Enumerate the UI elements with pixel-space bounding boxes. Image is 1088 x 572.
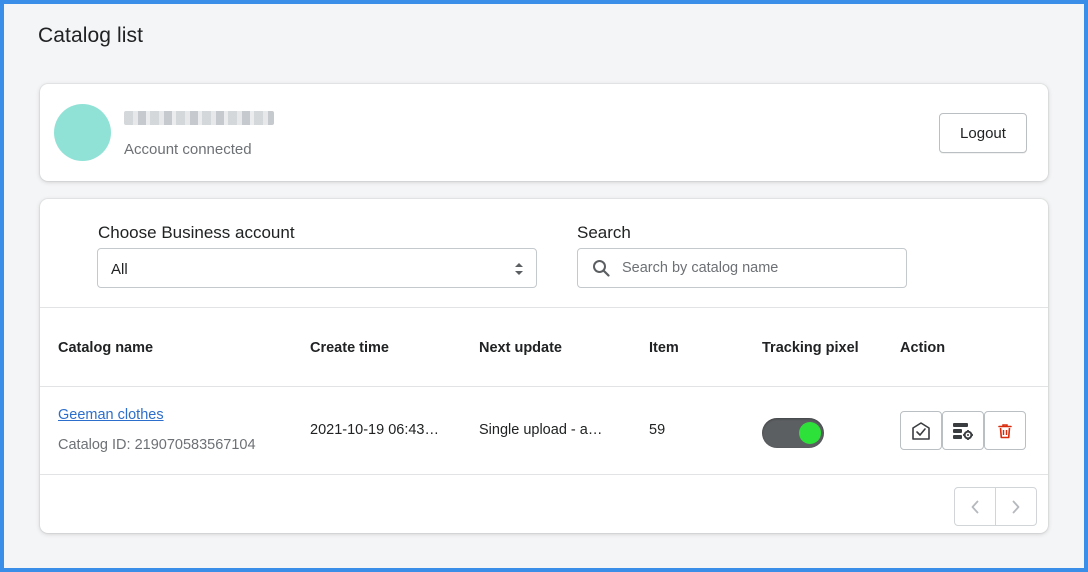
search-label: Search (577, 223, 631, 242)
catalog-sync-icon (912, 421, 930, 440)
sync-catalog-button[interactable] (900, 411, 942, 450)
header-item: Item (649, 340, 679, 356)
business-account-label: Choose Business account (98, 223, 295, 242)
create-time: 2021-10-19 06:43… (310, 422, 439, 438)
account-status: Account connected (124, 141, 252, 158)
delete-catalog-button[interactable] (984, 411, 1026, 450)
divider (40, 386, 1048, 387)
search-input[interactable] (622, 250, 902, 286)
catalog-name-link[interactable]: Geeman clothes (58, 407, 164, 423)
toggle-knob (799, 422, 821, 444)
next-update: Single upload - a… (479, 422, 603, 438)
avatar (54, 104, 111, 161)
page-title: Catalog list (38, 24, 144, 47)
chevron-up-down-icon (515, 263, 523, 275)
search-box[interactable] (577, 248, 907, 288)
chevron-left-icon (971, 500, 979, 513)
search-icon (593, 260, 610, 277)
header-next-update: Next update (479, 340, 562, 356)
divider (40, 474, 1048, 475)
header-catalog-name: Catalog name (58, 340, 154, 356)
catalog-id: Catalog ID: 219070583567104 (58, 437, 256, 453)
item-count: 59 (649, 422, 666, 438)
next-page-button[interactable] (995, 488, 1036, 525)
business-account-select[interactable]: All (97, 248, 537, 288)
account-name-redacted (124, 111, 274, 125)
prev-page-button[interactable] (955, 488, 995, 525)
divider (40, 307, 1048, 308)
trash-icon (998, 423, 1012, 438)
pagination (954, 487, 1037, 526)
catalog-card: Choose Business account Search All Catal… (40, 199, 1048, 533)
header-tracking-pixel: Tracking pixel (762, 340, 859, 356)
app-frame: Catalog list Account connected Logout Ch… (4, 4, 1084, 568)
account-card: Account connected Logout (40, 84, 1048, 181)
chevron-right-icon (1012, 500, 1020, 513)
logout-button[interactable]: Logout (939, 113, 1027, 153)
header-create-time: Create time (310, 340, 389, 356)
business-account-value: All (111, 261, 128, 278)
catalog-settings-icon (953, 422, 973, 440)
tracking-pixel-toggle[interactable] (762, 418, 824, 448)
catalog-settings-button[interactable] (942, 411, 984, 450)
header-action: Action (900, 340, 946, 356)
